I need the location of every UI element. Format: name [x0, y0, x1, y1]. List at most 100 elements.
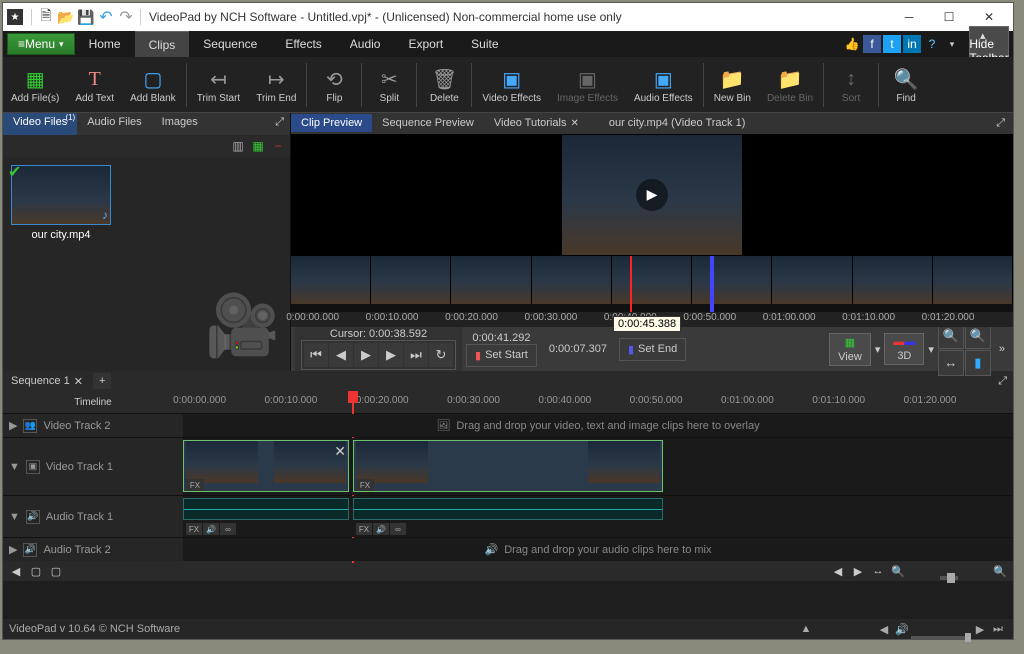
volume-slider[interactable] [911, 628, 971, 631]
zoom-out-tl-icon[interactable]: 🔍 [889, 565, 907, 578]
clip-item[interactable]: our city.mp4 [11, 165, 111, 241]
track-audio-icon[interactable]: 🔊 [23, 543, 37, 557]
add-text-button[interactable]: TAdd Text [67, 63, 122, 106]
tl-left-icon[interactable]: ◀ [7, 565, 25, 578]
add-folder-icon[interactable]: ▦ [250, 138, 266, 154]
view-dropdown-icon[interactable]: ▾ [875, 343, 881, 356]
flip-button[interactable]: ⟲Flip [309, 63, 359, 106]
zoom-slider[interactable] [909, 569, 989, 573]
menu-audio[interactable]: Audio [336, 31, 395, 57]
prev-frame-icon[interactable]: ◀ [329, 343, 353, 367]
tab-audio-files[interactable]: Audio Files [77, 113, 151, 135]
fullscreen-icon[interactable]: ⤢ [988, 114, 1013, 133]
loop-icon[interactable]: ↻ [429, 343, 453, 367]
menu-sequence[interactable]: Sequence [189, 31, 271, 57]
play-overlay-icon[interactable]: ▶ [636, 179, 668, 211]
undo-icon[interactable]: ↶ [97, 8, 115, 26]
tab-sequence-preview[interactable]: Sequence Preview [372, 114, 484, 132]
trim-start-button[interactable]: ↤Trim Start [189, 63, 249, 106]
close-icon[interactable]: ✕ [570, 118, 578, 129]
status-end-icon[interactable]: ⏭ [989, 623, 1007, 636]
find-button[interactable]: 🔍Find [881, 63, 931, 106]
menu-export[interactable]: Export [394, 31, 457, 57]
start-marker[interactable] [630, 256, 632, 312]
zoom-out-icon[interactable]: 🔍 [939, 324, 963, 348]
status-next-icon[interactable]: ▶ [971, 623, 989, 636]
redo-icon[interactable]: ↷ [117, 8, 135, 26]
tl-square-icon[interactable]: ▢ [27, 565, 45, 578]
linkedin-icon[interactable]: in [903, 35, 921, 53]
menu-clips[interactable]: Clips [135, 31, 190, 57]
add-blank-button[interactable]: ▢Add Blank [122, 63, 184, 106]
status-up-icon[interactable]: ▲ [797, 623, 815, 635]
view-button[interactable]: ▦View [829, 333, 871, 366]
like-icon[interactable]: 👍 [843, 35, 861, 53]
menu-suite[interactable]: Suite [457, 31, 512, 57]
add-sequence-button[interactable]: + [93, 373, 111, 389]
3d-dropdown-icon[interactable]: ▾ [928, 343, 934, 356]
scroll-left-icon[interactable]: ◀ [829, 565, 847, 578]
tab-video-files[interactable]: Video Files(1) [3, 113, 77, 135]
audio-track-2[interactable]: 🔊Drag and drop your audio clips here to … [183, 538, 1013, 561]
set-end-button[interactable]: ▮Set End [619, 338, 686, 361]
tl-square2-icon[interactable]: ▢ [47, 565, 65, 578]
set-start-button[interactable]: ▮Set Start [466, 344, 537, 367]
goto-start-icon[interactable]: ⏮ [304, 343, 328, 367]
marker-icon[interactable]: ▮ [966, 351, 990, 375]
track-view-icon[interactable]: ▣ [26, 460, 40, 474]
timeline-expand-icon[interactable]: ⤢ [992, 373, 1013, 390]
split-button[interactable]: ✂Split [364, 63, 414, 106]
twitter-icon[interactable]: t [883, 35, 901, 53]
fx-badge[interactable]: FX [356, 479, 374, 491]
video-clip[interactable]: FX [353, 440, 663, 492]
3d-button[interactable]: ▬▬3D [884, 333, 924, 365]
menu-home[interactable]: Home [75, 31, 135, 57]
track-expand-icon[interactable]: ▼ [9, 461, 20, 473]
filmstrip[interactable] [291, 256, 1013, 312]
goto-end-icon[interactable]: ⏭ [404, 343, 428, 367]
tab-images[interactable]: Images [152, 113, 208, 135]
sequence-tab[interactable]: Sequence 1✕ [3, 373, 91, 390]
scroll-right-icon[interactable]: ▶ [849, 565, 867, 578]
dropdown-icon[interactable]: ▾ [943, 35, 961, 53]
end-marker[interactable] [710, 256, 714, 312]
tab-video-tutorials[interactable]: Video Tutorials✕ [484, 114, 589, 132]
add-file-button[interactable]: ▦Add File(s) [3, 63, 67, 106]
new-bin-button[interactable]: 📁New Bin [706, 63, 759, 106]
track-expand-icon[interactable]: ▼ [9, 511, 20, 523]
playhead[interactable] [348, 391, 358, 403]
delete-folder-icon[interactable]: − [270, 138, 286, 154]
track-expand-icon[interactable]: ▶ [9, 419, 17, 432]
video-track-2[interactable]: 🖼Drag and drop your video, text and imag… [183, 414, 1013, 437]
more-icon[interactable]: » [995, 343, 1009, 355]
status-speaker-icon[interactable]: 🔊 [893, 623, 911, 636]
audio-clip[interactable]: FX🔊∞ [353, 498, 663, 520]
video-clip[interactable]: ✕ FX [183, 440, 349, 492]
timeline-ruler[interactable]: 0:00:00.000 0:00:10.000 0:00:20.000 0:00… [183, 391, 1013, 413]
video-preview[interactable]: ▶ [562, 135, 742, 255]
track-expand-icon[interactable]: ▶ [9, 543, 17, 556]
audio-clip[interactable]: FX🔊∞ [183, 498, 349, 520]
audio-track-1[interactable]: FX🔊∞ FX🔊∞ [183, 496, 1013, 537]
help-icon[interactable]: ? [923, 35, 941, 53]
tab-clip-preview[interactable]: Clip Preview [291, 114, 372, 132]
new-icon[interactable]: 🗎 [37, 8, 55, 26]
play-icon[interactable]: ▶ [354, 343, 378, 367]
expand-icon[interactable]: ⤢ [269, 113, 290, 135]
open-icon[interactable]: 📂 [57, 8, 75, 26]
menu-effects[interactable]: Effects [271, 31, 335, 57]
status-left-icon[interactable]: ◀ [875, 623, 893, 636]
fx-badge[interactable]: FX [186, 479, 204, 491]
zoom-in-tl-icon[interactable]: 🔍 [991, 565, 1009, 578]
save-icon[interactable]: 💾 [77, 8, 95, 26]
close-icon[interactable]: ✕ [74, 375, 83, 388]
zoom-fit-icon[interactable]: ↔ [869, 565, 887, 577]
trim-end-button[interactable]: ↦Trim End [248, 63, 304, 106]
delete-button[interactable]: 🗑Delete [419, 63, 469, 106]
track-users-icon[interactable]: 👥 [23, 419, 37, 433]
facebook-icon[interactable]: f [863, 35, 881, 53]
audio-effects-button[interactable]: ▣Audio Effects [626, 63, 701, 106]
bin-icon[interactable]: ▥ [230, 138, 246, 154]
video-track-1[interactable]: ✕ FX FX [183, 438, 1013, 495]
next-frame-icon[interactable]: ▶ [379, 343, 403, 367]
